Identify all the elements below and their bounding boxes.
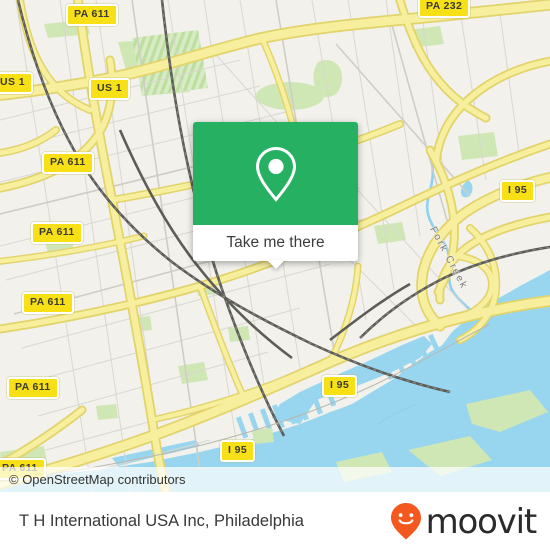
road-shield: I 95 — [322, 375, 358, 397]
road-shield: PA 611 — [31, 222, 83, 244]
road-shield: PA 611 — [42, 152, 94, 174]
road-shield: I 95 — [220, 440, 256, 462]
take-me-there-label: Take me there — [226, 234, 325, 251]
road-shield: PA 611 — [66, 4, 118, 26]
screenshot-root: PA 611 PA 232 US 1 US 1 PA 611 I 95 PA 6… — [0, 0, 550, 550]
map-canvas[interactable]: PA 611 PA 232 US 1 US 1 PA 611 I 95 PA 6… — [0, 0, 550, 492]
location-pin-icon — [255, 146, 296, 202]
road-shield: US 1 — [0, 72, 33, 94]
take-me-there-button[interactable]: Take me there — [193, 225, 358, 261]
attribution-text: © OpenStreetMap contributors — [9, 472, 186, 487]
moovit-wordmark: moovit — [425, 502, 538, 542]
popup-header — [193, 122, 358, 225]
popup-pointer-tail — [266, 260, 285, 269]
road-shield: US 1 — [89, 78, 130, 100]
road-shield: PA 611 — [22, 292, 74, 314]
location-popup-card[interactable]: Take me there — [193, 122, 358, 269]
road-shield: I 95 — [500, 180, 536, 202]
moovit-smiley-pin-icon — [390, 503, 421, 540]
road-shield: PA 232 — [418, 0, 471, 18]
moovit-logo: moovit — [388, 501, 538, 542]
road-shield: PA 611 — [7, 377, 59, 399]
footer-bar: T H International USA Inc, Philadelphia … — [0, 492, 550, 550]
place-name: T H International USA Inc, Philadelphia — [19, 511, 304, 530]
map-attribution: © OpenStreetMap contributors — [0, 467, 550, 492]
